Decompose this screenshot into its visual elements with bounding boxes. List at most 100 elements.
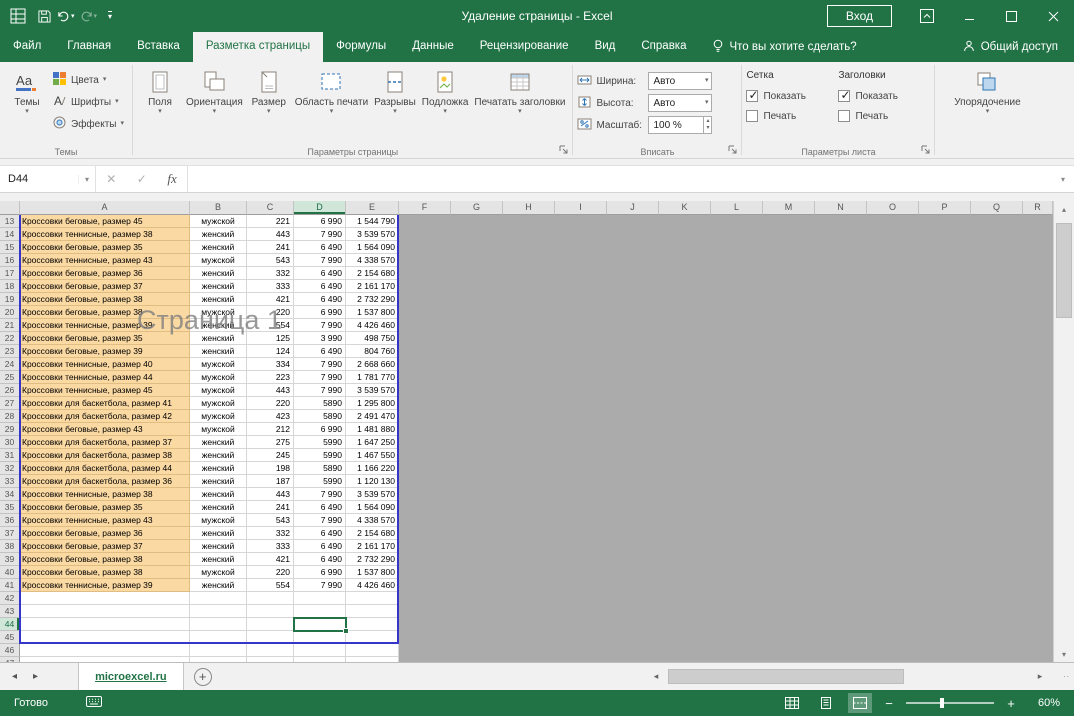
cell-L39[interactable] bbox=[711, 553, 763, 566]
cell-J30[interactable] bbox=[607, 436, 659, 449]
cell-O27[interactable] bbox=[867, 397, 919, 410]
cell-M15[interactable] bbox=[763, 241, 815, 254]
cell-G28[interactable] bbox=[451, 410, 503, 423]
formula-input[interactable] bbox=[188, 166, 1052, 192]
cell-M27[interactable] bbox=[763, 397, 815, 410]
cell-G21[interactable] bbox=[451, 319, 503, 332]
cell-I42[interactable] bbox=[555, 592, 607, 605]
spinner-arrows-icon[interactable]: ▴▾ bbox=[703, 117, 711, 133]
cell-G39[interactable] bbox=[451, 553, 503, 566]
cell-I13[interactable] bbox=[555, 215, 607, 228]
cell-D21[interactable]: 7 990 bbox=[294, 319, 346, 332]
cell-M28[interactable] bbox=[763, 410, 815, 423]
new-sheet-button[interactable]: + bbox=[194, 668, 212, 686]
cell-O20[interactable] bbox=[867, 306, 919, 319]
cell-F18[interactable] bbox=[399, 280, 451, 293]
cell-C21[interactable]: 554 bbox=[247, 319, 294, 332]
cell-K27[interactable] bbox=[659, 397, 711, 410]
cell-I44[interactable] bbox=[555, 618, 607, 631]
row-header-30[interactable]: 30 bbox=[0, 436, 20, 449]
cell-F35[interactable] bbox=[399, 501, 451, 514]
cell-Q25[interactable] bbox=[971, 371, 1023, 384]
enter-icon[interactable]: ✓ bbox=[137, 172, 147, 186]
cell-D29[interactable]: 6 990 bbox=[294, 423, 346, 436]
cell-L20[interactable] bbox=[711, 306, 763, 319]
checkbox-сетка-показать[interactable]: Показать bbox=[746, 86, 830, 106]
cell-P45[interactable] bbox=[919, 631, 971, 644]
cell-P29[interactable] bbox=[919, 423, 971, 436]
row-header-40[interactable]: 40 bbox=[0, 566, 20, 579]
cell-H17[interactable] bbox=[503, 267, 555, 280]
cell-A29[interactable]: Кроссовки беговые, размер 43 bbox=[20, 423, 190, 436]
ribbon-tab-справка[interactable]: Справка bbox=[628, 32, 699, 62]
column-header-I[interactable]: I bbox=[555, 201, 607, 215]
cell-H31[interactable] bbox=[503, 449, 555, 462]
cell-N20[interactable] bbox=[815, 306, 867, 319]
cell-F31[interactable] bbox=[399, 449, 451, 462]
cell-N16[interactable] bbox=[815, 254, 867, 267]
cell-H34[interactable] bbox=[503, 488, 555, 501]
cell-J45[interactable] bbox=[607, 631, 659, 644]
cell-L18[interactable] bbox=[711, 280, 763, 293]
cell-I23[interactable] bbox=[555, 345, 607, 358]
cell-B23[interactable]: женский bbox=[190, 345, 247, 358]
cell-N26[interactable] bbox=[815, 384, 867, 397]
cell-M45[interactable] bbox=[763, 631, 815, 644]
insert-function-icon[interactable]: fx bbox=[167, 171, 176, 187]
fit-dialog-launcher-icon[interactable] bbox=[728, 145, 739, 156]
cell-K39[interactable] bbox=[659, 553, 711, 566]
cell-C35[interactable]: 241 bbox=[247, 501, 294, 514]
cell-E35[interactable]: 1 564 090 bbox=[346, 501, 399, 514]
column-header-C[interactable]: C bbox=[247, 201, 294, 215]
cell-F15[interactable] bbox=[399, 241, 451, 254]
cell-K42[interactable] bbox=[659, 592, 711, 605]
page-setup-button-3[interactable]: Размер▾ bbox=[246, 65, 292, 116]
cell-G19[interactable] bbox=[451, 293, 503, 306]
row-header-43[interactable]: 43 bbox=[0, 605, 20, 618]
cell-O18[interactable] bbox=[867, 280, 919, 293]
cell-R26[interactable] bbox=[1023, 384, 1053, 397]
customize-quick-access-icon[interactable]: ▾ bbox=[100, 4, 120, 28]
cell-N18[interactable] bbox=[815, 280, 867, 293]
cell-H24[interactable] bbox=[503, 358, 555, 371]
cell-E27[interactable]: 1 295 800 bbox=[346, 397, 399, 410]
cell-C17[interactable]: 332 bbox=[247, 267, 294, 280]
fit-dropdown[interactable]: Авто▾ bbox=[648, 94, 712, 112]
column-header-E[interactable]: E bbox=[346, 201, 399, 215]
row-header-36[interactable]: 36 bbox=[0, 514, 20, 527]
cell-K38[interactable] bbox=[659, 540, 711, 553]
cell-N19[interactable] bbox=[815, 293, 867, 306]
cell-A37[interactable]: Кроссовки беговые, размер 36 bbox=[20, 527, 190, 540]
row-header-27[interactable]: 27 bbox=[0, 397, 20, 410]
cell-H37[interactable] bbox=[503, 527, 555, 540]
cell-L19[interactable] bbox=[711, 293, 763, 306]
cell-N27[interactable] bbox=[815, 397, 867, 410]
cell-G18[interactable] bbox=[451, 280, 503, 293]
cell-P36[interactable] bbox=[919, 514, 971, 527]
row-header-21[interactable]: 21 bbox=[0, 319, 20, 332]
formula-bar-expand-icon[interactable]: ▾ bbox=[1052, 166, 1074, 192]
cell-J28[interactable] bbox=[607, 410, 659, 423]
cell-O25[interactable] bbox=[867, 371, 919, 384]
cell-N39[interactable] bbox=[815, 553, 867, 566]
cell-J40[interactable] bbox=[607, 566, 659, 579]
cell-O46[interactable] bbox=[867, 644, 919, 657]
column-header-Q[interactable]: Q bbox=[971, 201, 1023, 215]
cell-G25[interactable] bbox=[451, 371, 503, 384]
cell-F16[interactable] bbox=[399, 254, 451, 267]
row-header-38[interactable]: 38 bbox=[0, 540, 20, 553]
cell-C33[interactable]: 187 bbox=[247, 475, 294, 488]
cell-E45[interactable] bbox=[346, 631, 399, 644]
cell-N22[interactable] bbox=[815, 332, 867, 345]
cell-I43[interactable] bbox=[555, 605, 607, 618]
cell-B44[interactable] bbox=[190, 618, 247, 631]
row-header-17[interactable]: 17 bbox=[0, 267, 20, 280]
cell-A45[interactable] bbox=[20, 631, 190, 644]
cell-K13[interactable] bbox=[659, 215, 711, 228]
cell-B22[interactable]: женский bbox=[190, 332, 247, 345]
cell-A41[interactable]: Кроссовки теннисные, размер 39 bbox=[20, 579, 190, 592]
cell-L21[interactable] bbox=[711, 319, 763, 332]
cell-O38[interactable] bbox=[867, 540, 919, 553]
cell-N40[interactable] bbox=[815, 566, 867, 579]
fill-handle[interactable] bbox=[343, 628, 349, 634]
